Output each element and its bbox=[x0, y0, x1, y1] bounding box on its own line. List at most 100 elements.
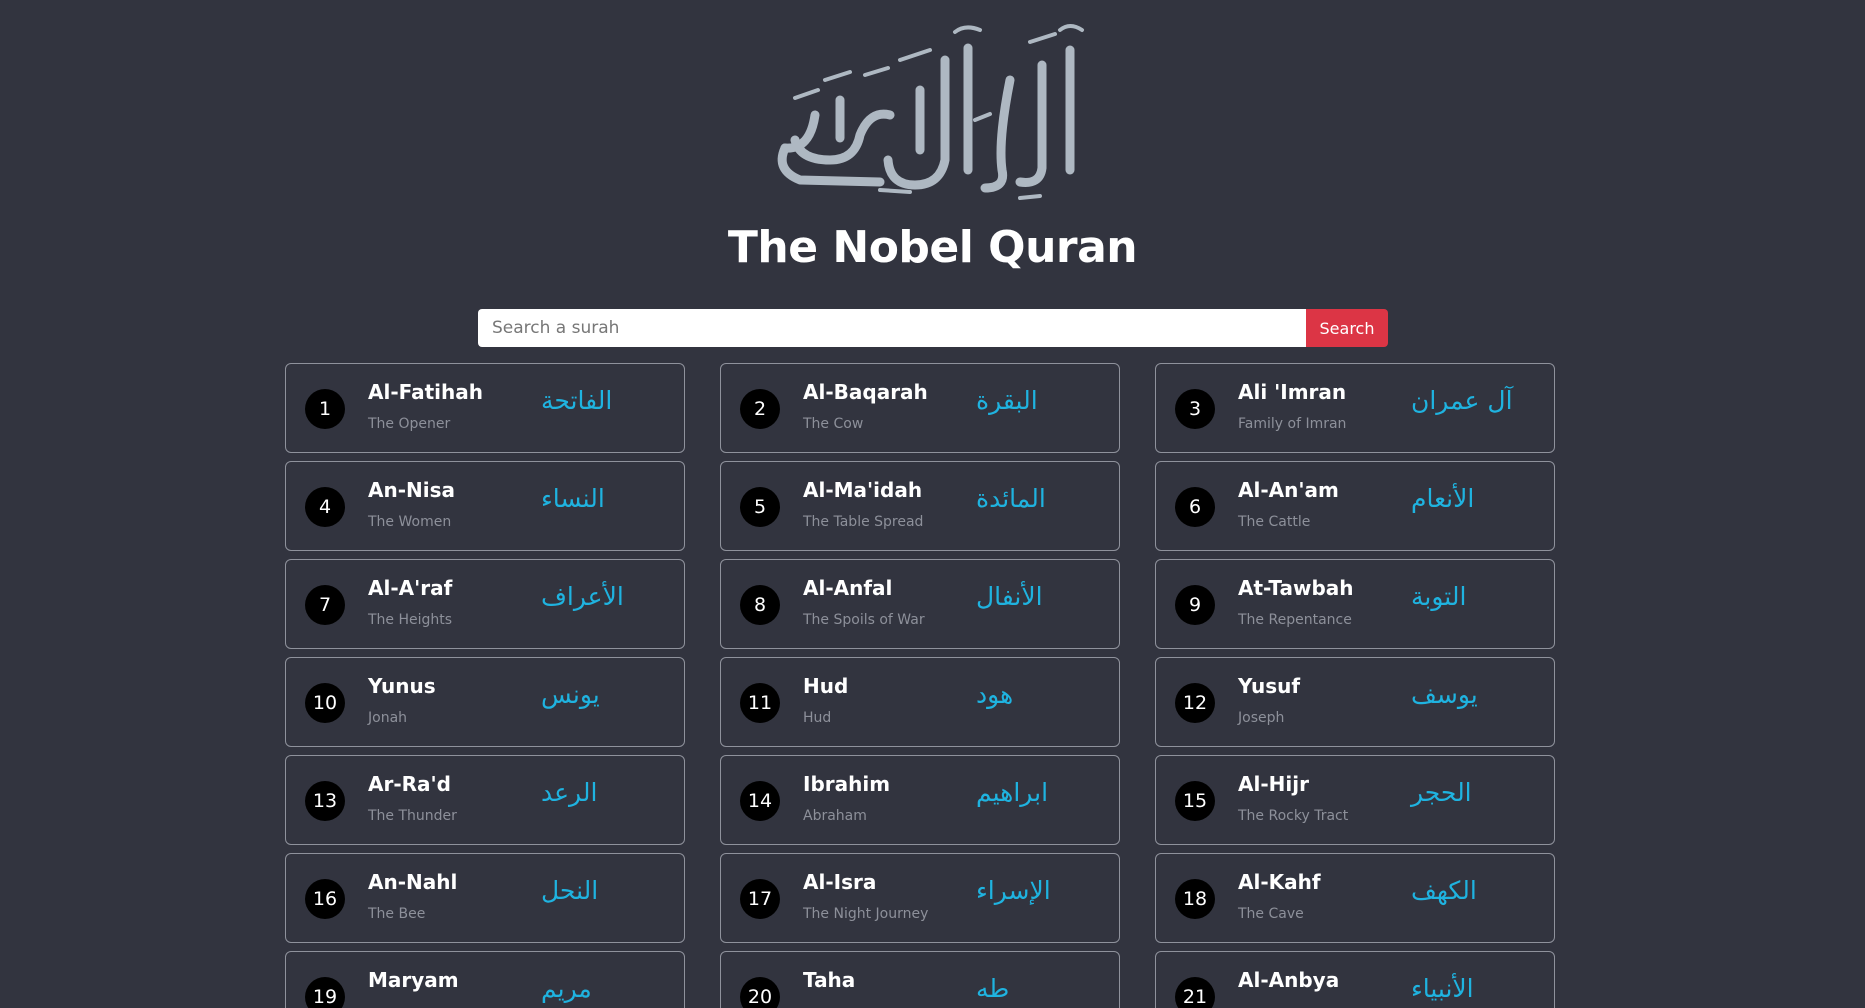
surah-number: 19 bbox=[305, 977, 345, 1008]
surah-name: Al-Isra bbox=[803, 870, 877, 894]
surah-number: 16 bbox=[305, 879, 345, 919]
surah-arabic-name: النساء bbox=[541, 484, 605, 513]
surah-meaning: The Spoils of War bbox=[803, 612, 925, 628]
surah-arabic-name: يونس bbox=[541, 680, 600, 709]
surah-arabic-name: الأنبياء bbox=[1411, 974, 1474, 1003]
surah-card[interactable]: 2 Al-Baqarah The Cow البقرة bbox=[720, 363, 1120, 453]
surah-card[interactable]: 5 Al-Ma'idah The Table Spread المائدة bbox=[720, 461, 1120, 551]
surah-number: 9 bbox=[1175, 585, 1215, 625]
surah-arabic-name: الرعد bbox=[541, 778, 598, 807]
surah-arabic-name: الحجر bbox=[1411, 778, 1472, 807]
surah-card[interactable]: 7 Al-A'raf The Heights الأعراف bbox=[285, 559, 685, 649]
surah-arabic-name: الأنفال bbox=[976, 582, 1043, 611]
surah-name: An-Nahl bbox=[368, 870, 458, 894]
surah-name: Ali 'Imran bbox=[1238, 380, 1347, 404]
surah-meaning: Joseph bbox=[1238, 710, 1285, 726]
page: The Nobel Quran Search 1 Al-Fatihah The … bbox=[0, 0, 1865, 1008]
surah-arabic-name: البقرة bbox=[976, 386, 1038, 415]
surah-number: 14 bbox=[740, 781, 780, 821]
surah-name: Al-Anfal bbox=[803, 576, 893, 600]
surah-number: 17 bbox=[740, 879, 780, 919]
search-button[interactable]: Search bbox=[1306, 309, 1388, 347]
surah-name: Maryam bbox=[368, 968, 459, 992]
surah-name: Ibrahim bbox=[803, 772, 891, 796]
surah-card[interactable]: 20 Taha طه bbox=[720, 951, 1120, 1008]
surah-number: 8 bbox=[740, 585, 780, 625]
surah-number: 18 bbox=[1175, 879, 1215, 919]
surah-card[interactable]: 13 Ar-Ra'd The Thunder الرعد bbox=[285, 755, 685, 845]
surah-card[interactable]: 21 Al-Anbya الأنبياء bbox=[1155, 951, 1555, 1008]
surah-name: Yunus bbox=[368, 674, 436, 698]
surah-number: 2 bbox=[740, 389, 780, 429]
surah-name: Al-Kahf bbox=[1238, 870, 1321, 894]
surah-name: Yusuf bbox=[1238, 674, 1301, 698]
surah-number: 13 bbox=[305, 781, 345, 821]
surah-meaning: Hud bbox=[803, 710, 832, 726]
surah-card[interactable]: 15 Al-Hijr The Rocky Tract الحجر bbox=[1155, 755, 1555, 845]
surah-card[interactable]: 16 An-Nahl The Bee النحل bbox=[285, 853, 685, 943]
surah-number: 11 bbox=[740, 683, 780, 723]
surah-arabic-name: الأعراف bbox=[541, 582, 624, 611]
surah-card[interactable]: 18 Al-Kahf The Cave الكهف bbox=[1155, 853, 1555, 943]
surah-name: Al-A'raf bbox=[368, 576, 453, 600]
surah-arabic-name: الفاتحة bbox=[541, 386, 613, 415]
surah-meaning: The Table Spread bbox=[803, 514, 924, 530]
quran-calligraphy-logo bbox=[777, 24, 1084, 200]
surah-card[interactable]: 11 Hud Hud هود bbox=[720, 657, 1120, 747]
surah-arabic-name: التوبة bbox=[1411, 582, 1467, 611]
surah-arabic-name: آل عمران bbox=[1411, 386, 1513, 415]
surah-card[interactable]: 10 Yunus Jonah يونس bbox=[285, 657, 685, 747]
surah-name: Al-Anbya bbox=[1238, 968, 1340, 992]
surah-name: Hud bbox=[803, 674, 849, 698]
surah-card[interactable]: 12 Yusuf Joseph يوسف bbox=[1155, 657, 1555, 747]
surah-arabic-name: الكهف bbox=[1411, 876, 1477, 905]
surah-meaning: The Bee bbox=[368, 906, 426, 922]
surah-meaning: The Cow bbox=[803, 416, 864, 432]
surah-name: At-Tawbah bbox=[1238, 576, 1354, 600]
surah-meaning: Family of Imran bbox=[1238, 416, 1347, 432]
surah-arabic-name: مريم bbox=[541, 974, 592, 1003]
surah-number: 10 bbox=[305, 683, 345, 723]
surah-arabic-name: المائدة bbox=[976, 484, 1046, 513]
surah-card[interactable]: 14 Ibrahim Abraham ابراهيم bbox=[720, 755, 1120, 845]
surah-number: 3 bbox=[1175, 389, 1215, 429]
surah-number: 5 bbox=[740, 487, 780, 527]
surah-card[interactable]: 4 An-Nisa The Women النساء bbox=[285, 461, 685, 551]
surah-number: 4 bbox=[305, 487, 345, 527]
surah-meaning: The Opener bbox=[368, 416, 451, 432]
surah-name: Al-Fatihah bbox=[368, 380, 484, 404]
surah-arabic-name: طه bbox=[976, 974, 1010, 1003]
surah-card[interactable]: 8 Al-Anfal The Spoils of War الأنفال bbox=[720, 559, 1120, 649]
surah-name: Al-An'am bbox=[1238, 478, 1339, 502]
surah-card[interactable]: 9 At-Tawbah The Repentance التوبة bbox=[1155, 559, 1555, 649]
surah-number: 12 bbox=[1175, 683, 1215, 723]
surah-name: Ar-Ra'd bbox=[368, 772, 451, 796]
surah-arabic-name: هود bbox=[976, 680, 1014, 709]
surah-arabic-name: الأنعام bbox=[1411, 484, 1475, 513]
surah-number: 1 bbox=[305, 389, 345, 429]
surah-card[interactable]: 19 Maryam مريم bbox=[285, 951, 685, 1008]
surah-name: Taha bbox=[803, 968, 856, 992]
surah-meaning: The Repentance bbox=[1238, 612, 1352, 628]
surah-meaning: Abraham bbox=[803, 808, 867, 824]
surah-meaning: The Rocky Tract bbox=[1238, 808, 1349, 824]
surah-arabic-name: الإسراء bbox=[976, 876, 1051, 905]
surah-meaning: The Heights bbox=[368, 612, 453, 628]
surah-card[interactable]: 6 Al-An'am The Cattle الأنعام bbox=[1155, 461, 1555, 551]
surah-name: Al-Hijr bbox=[1238, 772, 1309, 796]
page-title: The Nobel Quran bbox=[727, 222, 1138, 273]
surah-card[interactable]: 1 Al-Fatihah The Opener الفاتحة bbox=[285, 363, 685, 453]
surah-card[interactable]: 3 Ali 'Imran Family of Imran آل عمران bbox=[1155, 363, 1555, 453]
search-input[interactable] bbox=[478, 309, 1306, 347]
surah-meaning: The Thunder bbox=[368, 808, 457, 824]
surah-arabic-name: يوسف bbox=[1411, 680, 1478, 709]
surah-number: 21 bbox=[1175, 977, 1215, 1008]
surah-grid: 1 Al-Fatihah The Opener الفاتحة 2 Al-Baq… bbox=[285, 363, 1555, 1008]
surah-meaning: The Cattle bbox=[1238, 514, 1311, 530]
surah-meaning: The Night Journey bbox=[803, 906, 929, 922]
surah-number: 15 bbox=[1175, 781, 1215, 821]
surah-arabic-name: ابراهيم bbox=[976, 778, 1049, 807]
surah-card[interactable]: 17 Al-Isra The Night Journey الإسراء bbox=[720, 853, 1120, 943]
surah-number: 6 bbox=[1175, 487, 1215, 527]
surah-number: 7 bbox=[305, 585, 345, 625]
